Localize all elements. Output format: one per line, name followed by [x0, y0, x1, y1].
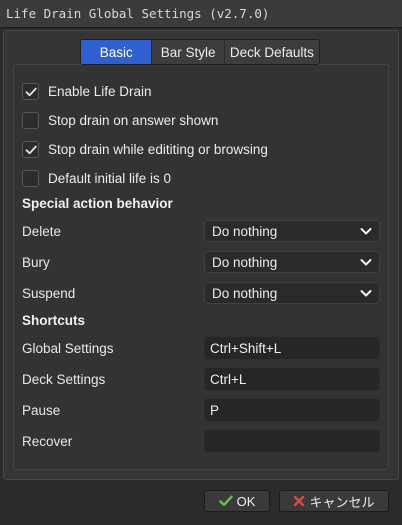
option-stop-drain-on-answer[interactable]: Stop drain on answer shown [22, 111, 218, 129]
global-settings-shortcut-value: Ctrl+Shift+L [210, 341, 282, 356]
enable-life-drain-label: Enable Life Drain [48, 83, 152, 99]
suspend-action-select[interactable]: Do nothing [204, 282, 380, 304]
tab-bar-style[interactable]: Bar Style [152, 40, 225, 64]
deck-settings-shortcut-label: Deck Settings [22, 372, 106, 387]
option-stop-drain-while-editing[interactable]: Stop drain while edititing or browsing [22, 140, 268, 158]
bury-label: Bury [22, 255, 50, 270]
pause-shortcut-input[interactable]: P [204, 398, 380, 422]
recover-shortcut-input[interactable] [204, 429, 380, 453]
stop-drain-on-answer-label: Stop drain on answer shown [48, 112, 219, 128]
enable-life-drain-checkbox[interactable] [22, 82, 39, 100]
tab-deck-defaults[interactable]: Deck Defaults [225, 40, 319, 64]
cancel-button-label: キャンセル [309, 494, 375, 510]
default-initial-life-zero-checkbox[interactable] [22, 169, 39, 187]
window-titlebar[interactable]: Life Drain Global Settings (v2.7.0) [0, 0, 402, 28]
stop-drain-while-editing-label: Stop drain while edititing or browsing [48, 141, 268, 157]
tab-basic[interactable]: Basic [81, 40, 153, 64]
x-red-icon [293, 495, 305, 507]
stop-drain-while-editing-checkbox[interactable] [22, 140, 39, 158]
checkmark-icon [25, 87, 37, 96]
option-enable-life-drain[interactable]: Enable Life Drain [22, 82, 152, 100]
checkmark-green-icon [218, 495, 233, 507]
pause-shortcut-value: P [210, 403, 220, 418]
delete-action-select[interactable]: Do nothing [204, 220, 380, 242]
bury-action-select[interactable]: Do nothing [204, 251, 380, 273]
chevron-down-icon [360, 259, 372, 266]
suspend-action-value: Do nothing [212, 286, 278, 301]
bury-action-value: Do nothing [212, 255, 278, 270]
ok-button[interactable]: OK [204, 490, 270, 512]
recover-shortcut-label: Recover [22, 434, 73, 449]
settings-tab-bar: Basic Bar Style Deck Defaults [80, 39, 320, 65]
suspend-label: Suspend [22, 286, 76, 301]
deck-settings-shortcut-value: Ctrl+L [210, 372, 247, 387]
default-initial-life-zero-label: Default initial life is 0 [48, 170, 172, 186]
special-action-heading: Special action behavior [22, 196, 173, 211]
delete-action-value: Do nothing [212, 224, 278, 239]
shortcuts-heading: Shortcuts [22, 313, 86, 328]
delete-label: Delete [22, 224, 62, 239]
cancel-button[interactable]: キャンセル [279, 490, 389, 512]
deck-settings-shortcut-input[interactable]: Ctrl+L [204, 367, 380, 391]
global-settings-shortcut-label: Global Settings [22, 341, 114, 356]
pause-shortcut-label: Pause [22, 403, 61, 418]
chevron-down-icon [360, 290, 372, 297]
stop-drain-on-answer-checkbox[interactable] [22, 111, 39, 129]
window-title: Life Drain Global Settings (v2.7.0) [6, 6, 270, 21]
option-default-initial-life-zero[interactable]: Default initial life is 0 [22, 169, 171, 187]
checkmark-icon [25, 145, 37, 154]
chevron-down-icon [360, 228, 372, 235]
global-settings-shortcut-input[interactable]: Ctrl+Shift+L [204, 336, 380, 360]
ok-button-label: OK [236, 493, 256, 509]
